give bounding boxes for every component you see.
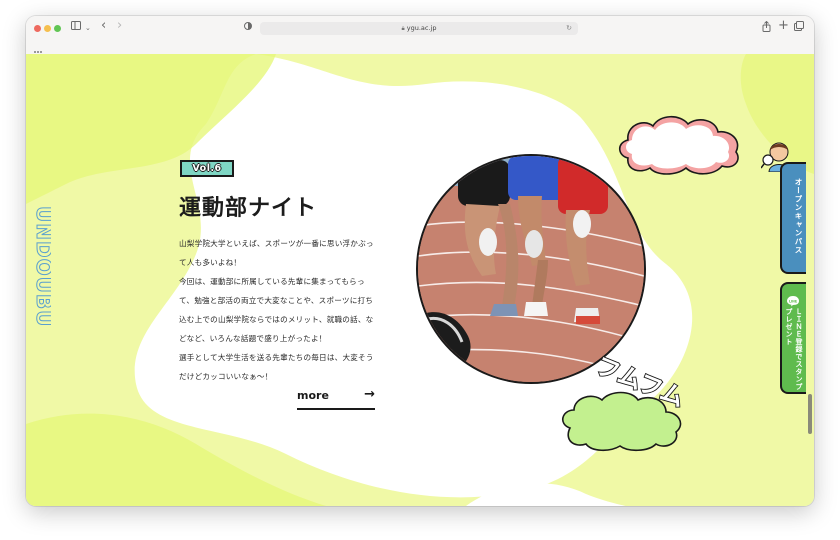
open-campus-tab[interactable]: オープンキャンパス [780, 162, 806, 274]
intro-paragraph: 山梨学院大学といえば、スポーツが一番に思い浮かぶって人も多いよね！ [179, 239, 374, 267]
more-label: more [297, 389, 329, 402]
chevron-down-icon[interactable]: ⌄ [85, 21, 91, 35]
vertical-word-text: UNDOUBU [32, 206, 51, 327]
page-scrollbar[interactable] [808, 394, 812, 434]
new-tab-icon[interactable]: + [778, 19, 789, 33]
browser-toolbar: ⌄ ‹ › 🔒︎ ygu.ac.jp ↻ + [26, 16, 814, 41]
intro-paragraph: 今回は、運動部に所属している先輩に集まってもらって、勉強と部活の両立で大変なこと… [179, 277, 374, 343]
line-stamp-label: ＬＩＮＥ登録でスタンププレゼント [785, 308, 803, 391]
back-arrow-icon[interactable]: ‹ [101, 19, 106, 33]
close-window-button[interactable] [34, 25, 41, 32]
forward-arrow-icon[interactable]: › [117, 19, 122, 33]
url-text: ygu.ac.jp [406, 24, 437, 32]
line-stamp-tab[interactable]: LINE ＬＩＮＥ登録でスタンププレゼント [780, 282, 806, 394]
intro-paragraph: 選手として大学生活を送る先輩たちの毎日は、大変そうだけどカッコいいなぁ～！ [179, 353, 374, 381]
line-chat-icon: LINE [786, 292, 800, 307]
page-content: UNDOUBU Vol.6 運動部ナイト 山梨学院大学といえば、スポーツが一番に… [26, 54, 814, 506]
more-link[interactable]: more → [297, 387, 375, 410]
share-icon[interactable] [762, 20, 771, 36]
minimize-window-button[interactable] [44, 25, 51, 32]
arrow-right-icon: → [364, 387, 375, 402]
open-campus-label: オープンキャンパス [794, 178, 803, 255]
reload-icon[interactable]: ↻ [566, 22, 572, 35]
line-icon-text: LINE [789, 300, 797, 304]
fumu-fumu-sfx: フムフム [586, 338, 706, 418]
bookmarks-bar [26, 40, 814, 57]
intro-text: 山梨学院大学といえば、スポーツが一番に思い浮かぶって人も多いよね！ 今回は、運動… [179, 234, 377, 386]
browser-window: ⌄ ‹ › 🔒︎ ygu.ac.jp ↻ + UNDOUBU Vol.6 運動部… [26, 16, 814, 506]
vertical-word-undoubu: UNDOUBU [31, 204, 57, 384]
tab-overview-icon[interactable] [794, 21, 804, 35]
lock-icon: 🔒︎ [401, 25, 405, 32]
sfx-text: フムフム [592, 352, 689, 413]
privacy-shield-icon[interactable] [244, 21, 252, 35]
page-title: 運動部ナイト [179, 196, 318, 221]
volume-badge: Vol.6 [180, 160, 234, 177]
maximize-window-button[interactable] [54, 25, 61, 32]
sidebar-toggle-icon[interactable] [71, 21, 83, 35]
address-bar[interactable]: 🔒︎ ygu.ac.jp ↻ [260, 22, 578, 35]
